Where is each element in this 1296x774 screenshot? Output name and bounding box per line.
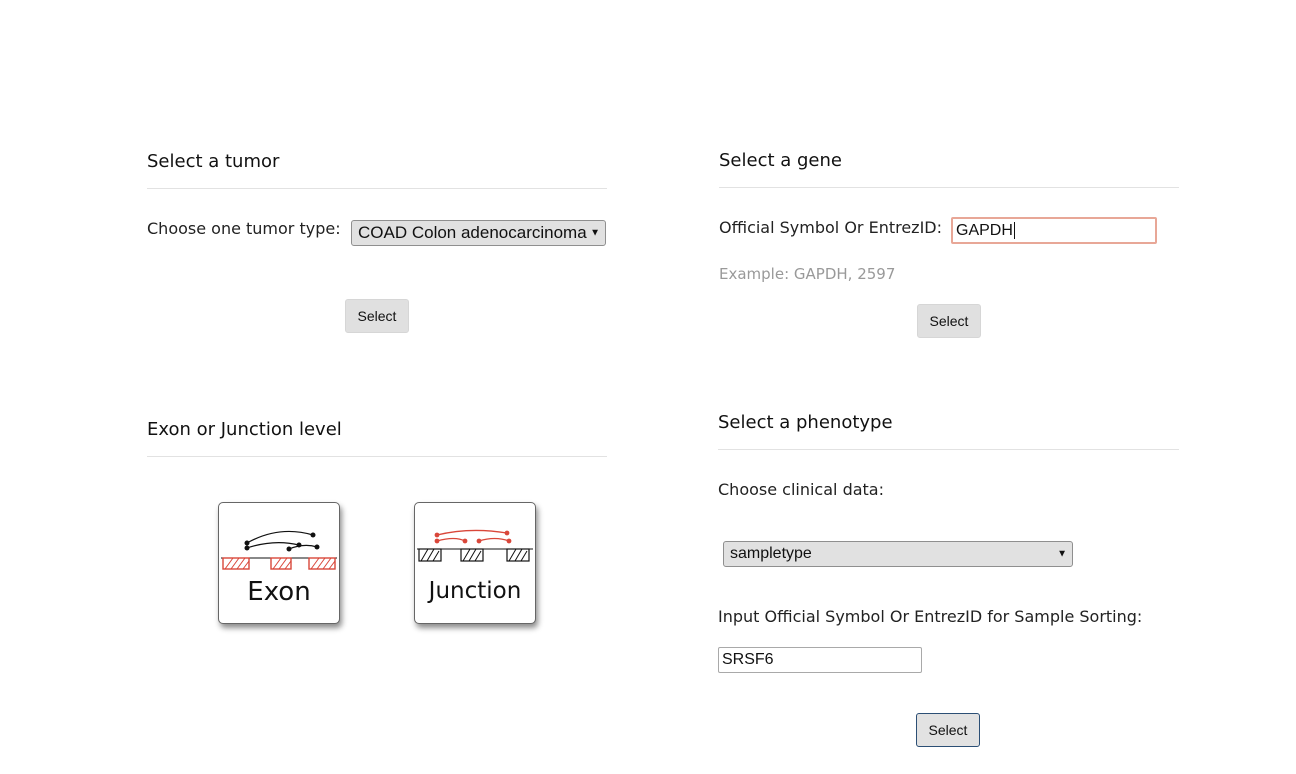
- gene-example-hint: Example: GAPDH, 2597: [719, 265, 896, 283]
- dropdown-arrow-icon: ▼: [590, 227, 600, 239]
- tumor-select-button[interactable]: Select: [345, 299, 409, 333]
- tumor-type-label: Choose one tumor type:: [147, 219, 341, 238]
- gene-section-title: Select a gene: [719, 150, 842, 171]
- gene-symbol-input[interactable]: GAPDH: [951, 217, 1157, 244]
- junction-icon-text: Junction: [427, 578, 522, 604]
- gene-symbol-input-value: GAPDH: [956, 221, 1013, 239]
- sample-sorting-label: Input Official Symbol Or EntrezID for Sa…: [718, 607, 1143, 626]
- level-section-divider: [147, 456, 607, 457]
- junction-icon: Junction: [417, 529, 533, 604]
- gene-section-divider: [719, 187, 1179, 188]
- junction-level-button[interactable]: Junction: [414, 502, 536, 624]
- gene-symbol-label: Official Symbol Or EntrezID:: [719, 218, 943, 237]
- tumor-type-select[interactable]: COAD Colon adenocarcinoma ▼: [351, 220, 606, 246]
- clinical-data-select[interactable]: sampletype ▼: [723, 541, 1073, 567]
- text-caret: [1013, 222, 1015, 239]
- tumor-type-selected-value: COAD Colon adenocarcinoma: [358, 223, 587, 242]
- exon-icon-text: Exon: [247, 577, 310, 607]
- clinical-data-label: Choose clinical data:: [718, 480, 884, 499]
- tumor-section-title: Select a tumor: [147, 151, 280, 172]
- sample-sorting-input[interactable]: SRSF6: [718, 647, 922, 673]
- gene-select-button[interactable]: Select: [917, 304, 981, 338]
- clinical-data-selected-value: sampletype: [730, 545, 812, 562]
- exon-icon: Exon: [221, 530, 337, 607]
- dropdown-arrow-icon: ▼: [1057, 548, 1067, 560]
- level-section-title: Exon or Junction level: [147, 419, 342, 440]
- exon-level-button[interactable]: Exon: [218, 502, 340, 624]
- phenotype-select-button[interactable]: Select: [916, 713, 980, 747]
- phenotype-section-divider: [718, 449, 1179, 450]
- phenotype-section-title: Select a phenotype: [718, 412, 893, 433]
- sample-sorting-input-value: SRSF6: [722, 651, 774, 668]
- tumor-section-divider: [147, 188, 607, 189]
